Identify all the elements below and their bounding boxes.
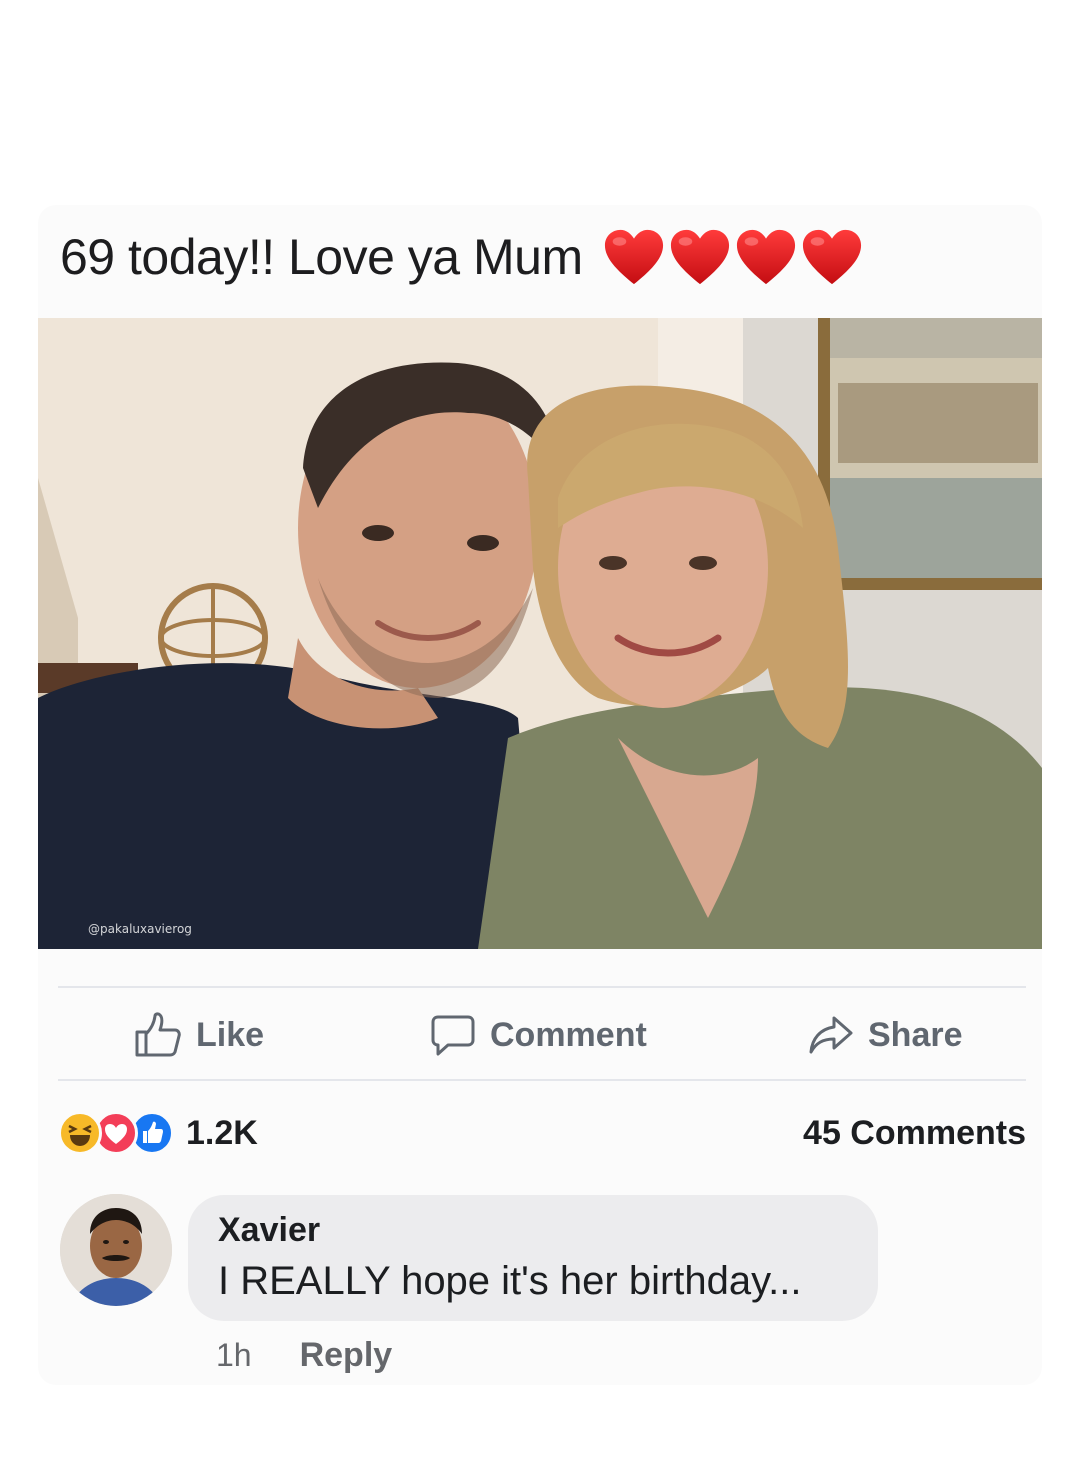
divider-bottom (58, 1079, 1026, 1081)
heart-icon (802, 229, 861, 285)
heart-icon (670, 229, 729, 285)
haha-icon (58, 1111, 102, 1155)
reaction-summary[interactable]: 1.2K (58, 1108, 258, 1158)
comment-text: I REALLY hope it's her birthday... (218, 1259, 802, 1303)
avatar-photo (60, 1194, 172, 1306)
comment-meta: 1h Reply (216, 1332, 392, 1378)
divider-top (58, 986, 1026, 988)
share-button[interactable]: Share (808, 990, 963, 1080)
reaction-stats: 1.2K 45 Comments (58, 1108, 1026, 1158)
post-caption-text: 69 today!! Love ya Mum (60, 229, 583, 285)
comment-button[interactable]: Comment (430, 990, 647, 1080)
heart-icon (736, 229, 795, 285)
caption-emoji-group (603, 226, 867, 288)
comment-author[interactable]: Xavier (218, 1211, 320, 1250)
comment-bubble: Xavier I REALLY hope it's her birthday..… (188, 1195, 878, 1321)
heart-icon (604, 229, 663, 285)
reply-button[interactable]: Reply (300, 1336, 393, 1375)
avatar[interactable] (60, 1194, 172, 1306)
post-caption: 69 today!! Love ya Mum (60, 222, 867, 292)
post-photo[interactable]: @pakaluxavierog (38, 318, 1042, 949)
share-arrow-icon (809, 1016, 853, 1054)
thumbs-up-icon (135, 1012, 181, 1057)
comment-bubble-icon (431, 1015, 475, 1056)
action-bar: Like Comment Share (58, 990, 1026, 1080)
reaction-count: 1.2K (186, 1113, 258, 1152)
photo-watermark: @pakaluxavierog (88, 922, 192, 936)
like-button[interactable]: Like (134, 990, 264, 1080)
comment-label: Comment (490, 1015, 647, 1054)
share-label: Share (868, 1015, 963, 1054)
like-label: Like (196, 1015, 265, 1054)
comments-count-link[interactable]: 45 Comments (803, 1108, 1026, 1158)
photo-selfie (38, 318, 1042, 949)
comment-timestamp[interactable]: 1h (216, 1337, 252, 1374)
